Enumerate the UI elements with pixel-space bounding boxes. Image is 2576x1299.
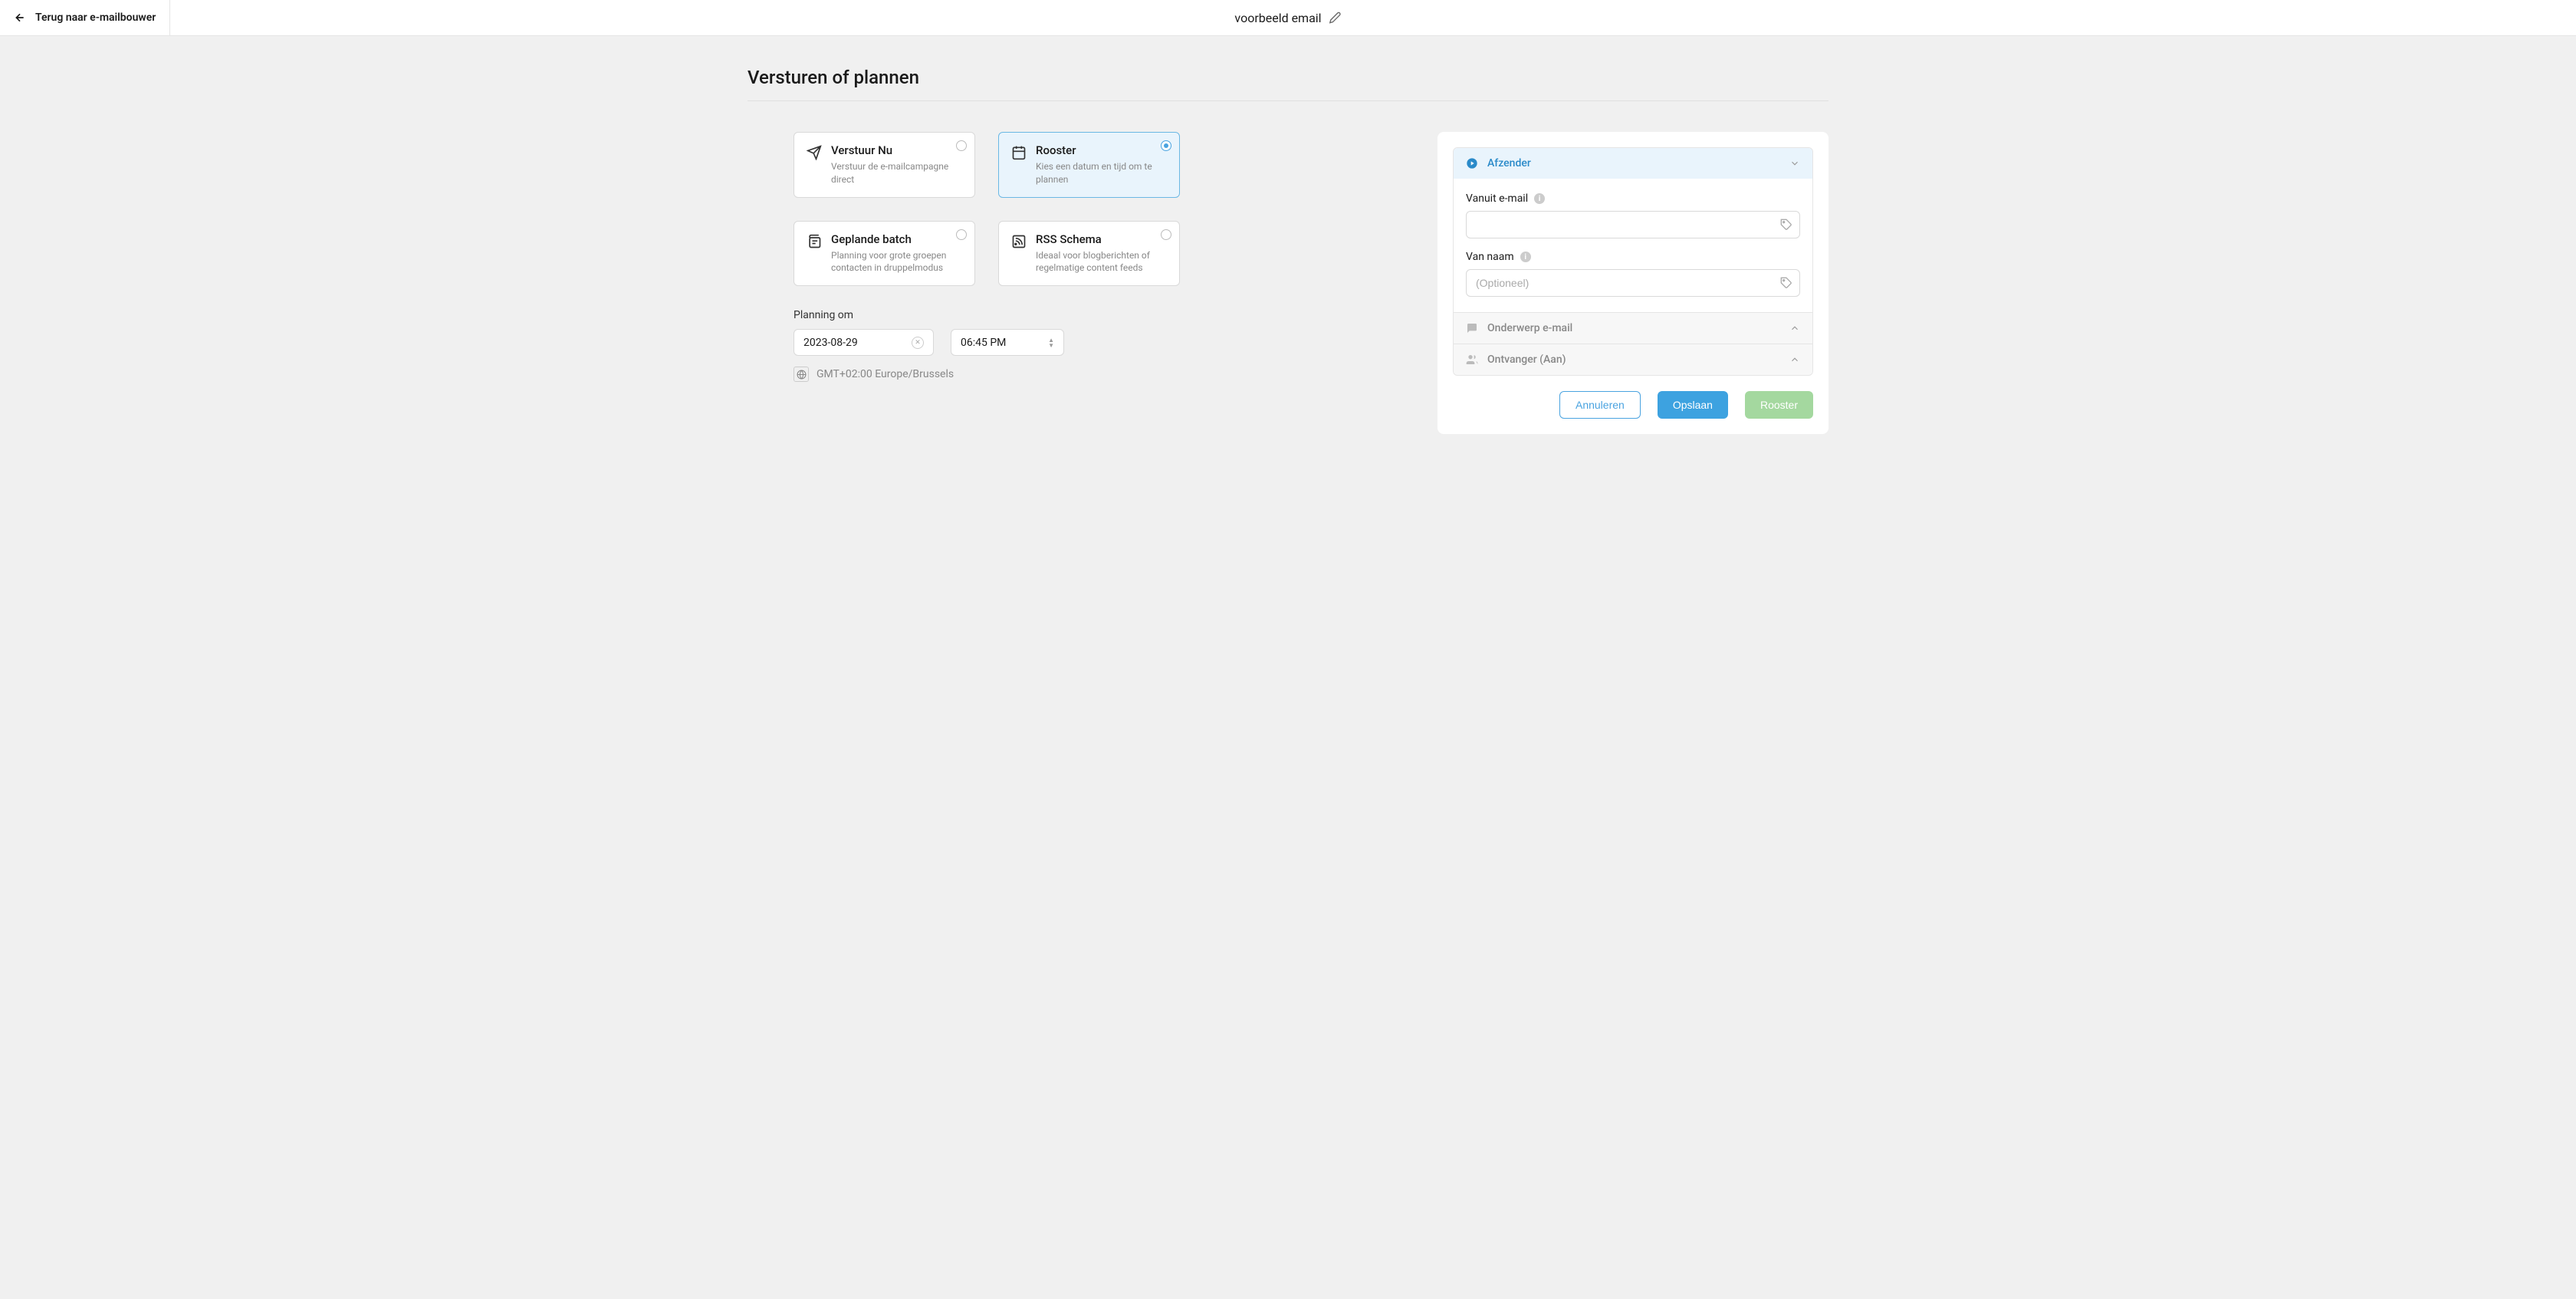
chevron-down-icon [1789,158,1800,169]
arrow-circle-icon [1466,157,1478,169]
option-roster[interactable]: Rooster Kies een datum en tijd om te pla… [998,132,1180,198]
calendar-stack-icon [807,232,822,275]
cancel-button[interactable]: Annuleren [1559,391,1641,419]
back-label: Terug naar e-mailbouwer [35,12,156,24]
clear-date-icon[interactable]: ✕ [912,337,924,349]
accordion-recipient-header[interactable]: Ontvanger (Aan) [1454,344,1812,375]
option-desc: Kies een datum en tijd om te plannen [1036,160,1167,186]
tag-icon[interactable] [1780,219,1792,231]
time-input[interactable]: 06:45 PM ▲▼ [951,329,1064,356]
email-title-wrap: voorbeeld email [1234,11,1341,25]
from-name-label: Van naam [1466,251,1514,263]
timezone-row: GMT+02:00 Europe/Brussels [794,367,1407,382]
chevron-up-icon [1789,354,1800,365]
from-email-label: Vanuit e-mail [1466,192,1528,205]
chat-icon [1466,322,1478,334]
time-stepper-icon[interactable]: ▲▼ [1048,337,1054,348]
divider [748,100,1829,101]
date-input[interactable]: 2023-08-29 ✕ [794,329,934,356]
time-value: 06:45 PM [961,337,1006,349]
from-email-input[interactable] [1466,211,1800,238]
option-title: Geplande batch [831,232,962,246]
from-name-input[interactable] [1466,269,1800,297]
option-title: Verstuur Nu [831,143,962,157]
option-desc: Verstuur de e-mailcampagne direct [831,160,962,186]
accordion-sender-header[interactable]: Afzender [1454,148,1812,179]
radio-checked-icon [1161,140,1171,151]
people-icon [1466,354,1478,366]
timezone-text: GMT+02:00 Europe/Brussels [816,368,954,380]
rss-icon [1011,232,1027,275]
top-header: Terug naar e-mailbouwer voorbeeld email [0,0,2576,36]
globe-icon [794,367,809,382]
radio-unchecked-icon [956,140,967,151]
sender-panel: Afzender Vanuit e-mail i [1438,132,1829,434]
option-title: Rooster [1036,143,1167,157]
subject-title: Onderwerp e-mail [1487,322,1572,334]
back-to-builder-link[interactable]: Terug naar e-mailbouwer [0,0,170,35]
save-button[interactable]: Opslaan [1658,391,1728,419]
radio-unchecked-icon [956,229,967,240]
accordion-subject-header[interactable]: Onderwerp e-mail [1454,312,1812,344]
recipient-title: Ontvanger (Aan) [1487,354,1566,366]
page-title: Versturen of plannen [748,67,1829,88]
schedule-button[interactable]: Rooster [1745,391,1813,419]
chevron-up-icon [1789,323,1800,334]
pencil-icon[interactable] [1329,12,1342,24]
email-title: voorbeeld email [1234,11,1321,25]
info-icon[interactable]: i [1520,252,1531,262]
arrow-left-icon [14,12,26,24]
option-send-now[interactable]: Verstuur Nu Verstuur de e-mailcampagne d… [794,132,975,198]
calendar-icon [1011,143,1027,186]
send-options-grid: Verstuur Nu Verstuur de e-mailcampagne d… [794,132,1407,286]
option-batch[interactable]: Geplande batch Planning voor grote groep… [794,221,975,287]
option-title: RSS Schema [1036,232,1167,246]
schedule-label: Planning om [794,309,1407,321]
date-value: 2023-08-29 [803,337,858,349]
option-desc: Ideaal voor blogberichten of regelmatige… [1036,249,1167,275]
sender-title: Afzender [1487,157,1531,169]
tag-icon[interactable] [1780,277,1792,289]
option-rss[interactable]: RSS Schema Ideaal voor blogberichten of … [998,221,1180,287]
option-desc: Planning voor grote groepen contacten in… [831,249,962,275]
info-icon[interactable]: i [1534,193,1545,204]
accordion-sender-body: Vanuit e-mail i [1454,179,1812,312]
send-icon [807,143,822,186]
radio-unchecked-icon [1161,229,1171,240]
